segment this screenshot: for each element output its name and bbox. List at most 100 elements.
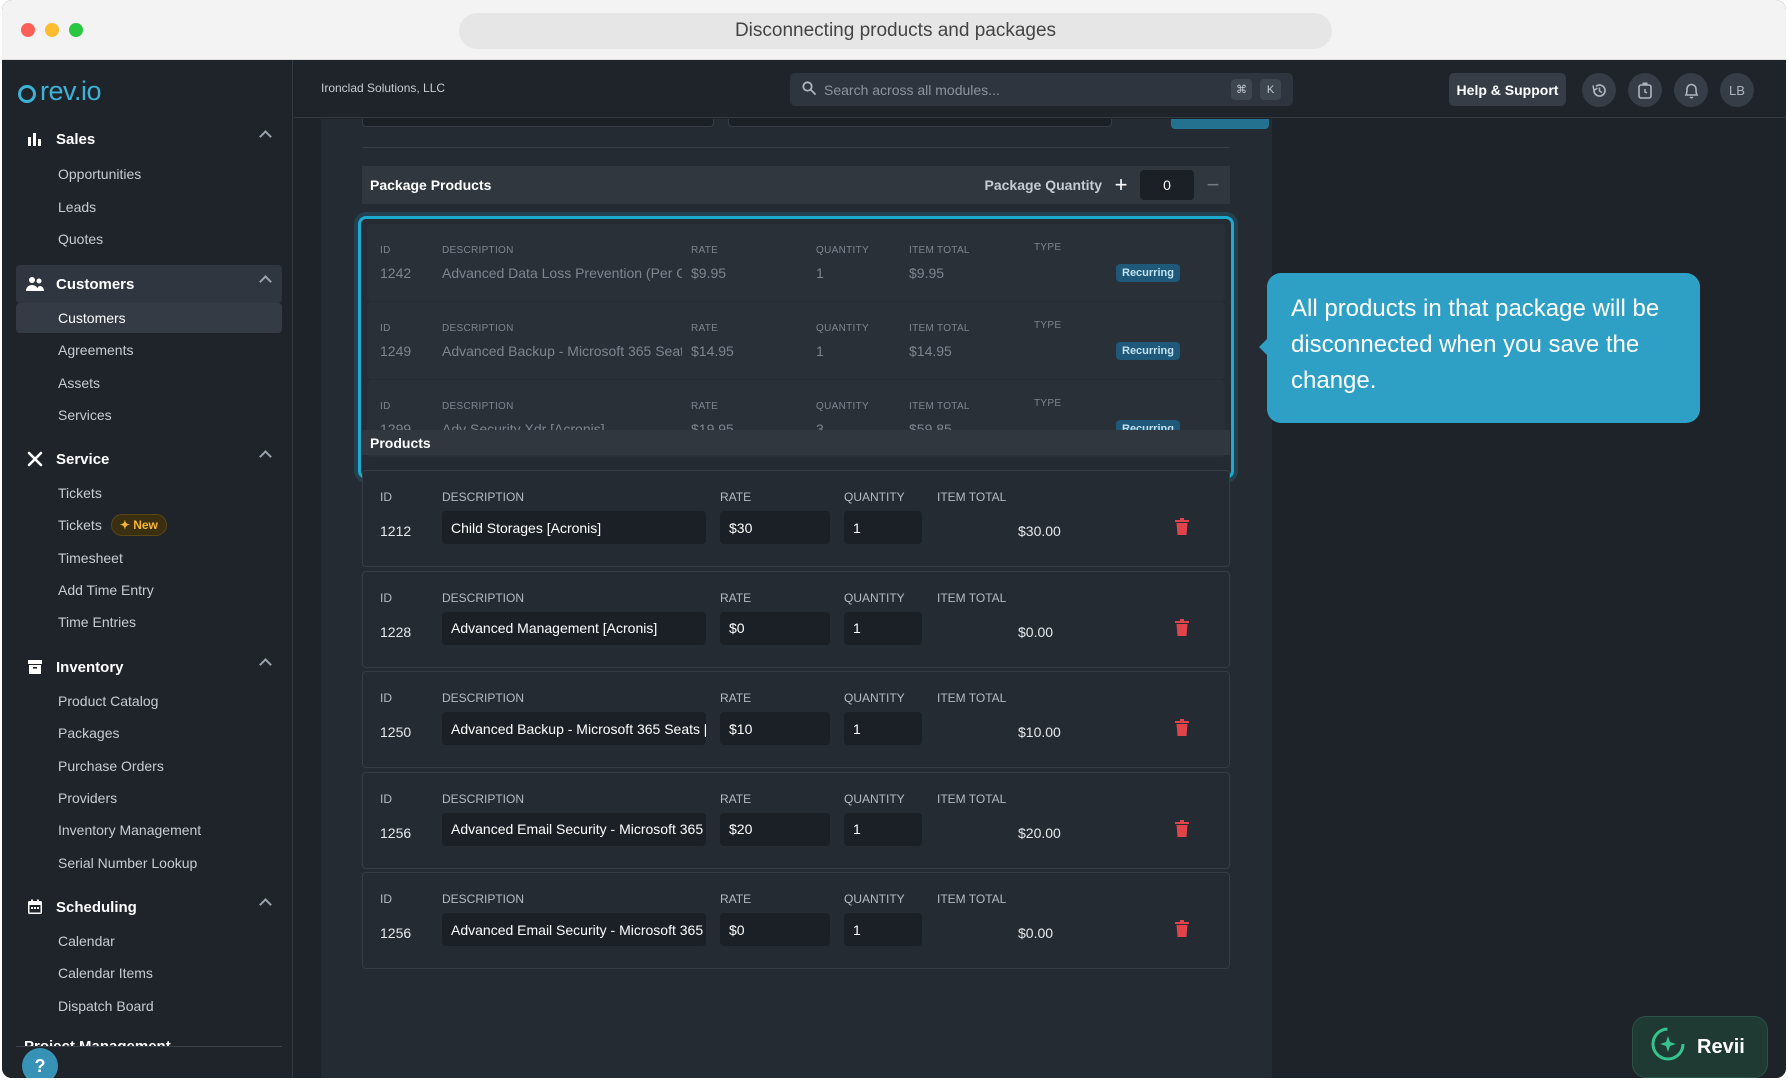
nav-section-service[interactable]: Service: [16, 440, 282, 478]
sidebar-item-assets[interactable]: Assets: [16, 368, 282, 398]
column-label: DESCRIPTION: [442, 590, 525, 605]
product-rate-input[interactable]: $30: [720, 511, 830, 544]
column-label: DESCRIPTION: [442, 245, 514, 256]
sidebar-item-calendar-items[interactable]: Calendar Items: [16, 958, 282, 988]
product-item-total: $10.00: [1018, 724, 1061, 740]
product-quantity-input[interactable]: 1: [844, 511, 922, 544]
column-label: RATE: [720, 691, 752, 705]
user-avatar[interactable]: LB: [1720, 73, 1754, 107]
column-label: ID: [380, 590, 392, 605]
trash-icon[interactable]: [1175, 518, 1189, 540]
sidebar-item-packages[interactable]: Packages: [16, 718, 282, 748]
sidebar-item-agreements[interactable]: Agreements: [16, 335, 282, 365]
recurring-badge: Recurring: [1116, 342, 1180, 360]
search-icon: [802, 81, 816, 98]
sidebar-item-providers[interactable]: Providers: [16, 783, 282, 813]
sidebar-item-tickets-new[interactable]: Tickets ✦ New: [16, 510, 282, 540]
sidebar-item-calendar[interactable]: Calendar: [16, 926, 282, 956]
chevron-up-icon: [259, 450, 272, 463]
sidebar-item-product-catalog[interactable]: Product Catalog: [16, 686, 282, 716]
partial-button[interactable]: [1171, 119, 1269, 129]
product-quantity-input[interactable]: 1: [844, 913, 922, 946]
section-title: Products: [370, 434, 431, 451]
column-label: ITEM TOTAL: [937, 892, 1007, 906]
column-label: DESCRIPTION: [442, 401, 514, 412]
trash-icon[interactable]: [1175, 920, 1189, 942]
sidebar-item-tickets[interactable]: Tickets: [16, 478, 282, 508]
package-quantity-input[interactable]: 0: [1140, 170, 1194, 200]
product-quantity-input[interactable]: 1: [844, 812, 922, 846]
column-label: DESCRIPTION: [442, 490, 525, 504]
timer-icon[interactable]: [1628, 73, 1662, 107]
recurring-badge: Recurring: [1116, 264, 1180, 282]
column-label: ID: [380, 791, 392, 806]
column-label: QUANTITY: [816, 401, 869, 412]
brand-logo[interactable]: rev.io: [18, 76, 102, 107]
sidebar-item-services[interactable]: Services: [16, 400, 282, 430]
new-badge: ✦ New: [110, 514, 167, 536]
nav-section-scheduling[interactable]: Scheduling: [16, 888, 282, 926]
global-search-input[interactable]: Search across all modules... ⌘ K: [790, 73, 1293, 106]
package-product-quantity: 1: [816, 343, 824, 359]
sidebar-item-purchase-orders[interactable]: Purchase Orders: [16, 751, 282, 781]
nav-section-customers[interactable]: Customers: [16, 265, 282, 303]
nav-section-inventory[interactable]: Inventory: [16, 648, 282, 686]
product-row: ID DESCRIPTION RATE QUANTITY ITEM TOTAL 1250 A…: [362, 671, 1230, 768]
package-product-rate: $14.95: [691, 343, 734, 359]
product-description-input[interactable]: Advanced Backup - Microsoft 365 Seats [A…: [442, 712, 706, 745]
minimize-window-button[interactable]: [45, 23, 59, 37]
archive-icon: [24, 656, 46, 678]
sidebar-item-time-entries[interactable]: Time Entries: [16, 607, 282, 637]
column-label: ITEM TOTAL: [909, 323, 970, 334]
partial-input[interactable]: [362, 119, 714, 127]
sidebar-item-add-time-entry[interactable]: Add Time Entry: [16, 575, 282, 605]
minus-icon[interactable]: −: [1204, 172, 1222, 198]
column-label: ID: [380, 323, 391, 334]
tutorial-tooltip: All products in that package will be dis…: [1259, 273, 1700, 423]
trash-icon[interactable]: [1175, 618, 1189, 641]
sidebar-item-serial-number-lookup[interactable]: Serial Number Lookup: [16, 848, 282, 878]
top-bar: Ironclad Solutions, LLC Search across al…: [294, 60, 1786, 118]
plus-icon[interactable]: +: [1112, 172, 1130, 198]
product-rate-input[interactable]: $10: [720, 712, 830, 745]
close-window-button[interactable]: [21, 23, 35, 37]
maximize-window-button[interactable]: [69, 23, 83, 37]
history-icon[interactable]: [1582, 73, 1616, 107]
sidebar-divider: [16, 1046, 282, 1047]
bell-icon[interactable]: [1674, 73, 1708, 107]
sidebar-item-opportunities[interactable]: Opportunities: [16, 159, 282, 189]
help-bubble-button[interactable]: ?: [22, 1048, 58, 1078]
company-name[interactable]: Ironclad Solutions, LLC: [321, 81, 445, 95]
new-badge-label: New: [133, 518, 158, 532]
column-label: RATE: [691, 401, 719, 412]
sidebar-item-dispatch-board[interactable]: Dispatch Board: [16, 991, 282, 1021]
partial-input[interactable]: [728, 119, 1112, 127]
trash-icon[interactable]: [1175, 719, 1189, 741]
title-bar: Disconnecting products and packages: [2, 0, 1786, 60]
trash-icon[interactable]: [1175, 819, 1189, 842]
column-label: ID: [380, 401, 391, 412]
package-product-quantity: 1: [816, 265, 824, 281]
product-rate-input[interactable]: $20: [720, 812, 830, 846]
product-quantity-input[interactable]: 1: [844, 712, 922, 745]
product-rate-input[interactable]: $0: [720, 913, 830, 946]
product-description-input[interactable]: Child Storages [Acronis]: [442, 511, 706, 544]
product-item-total: $30.00: [1018, 523, 1061, 539]
nav-section-partial[interactable]: Project Management: [24, 1038, 171, 1046]
product-description-input[interactable]: Advanced Email Security - Microsoft 365 …: [442, 913, 706, 946]
sidebar-item-quotes[interactable]: Quotes: [16, 224, 282, 254]
sidebar-item-timesheet[interactable]: Timesheet: [16, 543, 282, 573]
nav-section-sales[interactable]: Sales: [16, 120, 282, 158]
revii-assistant-button[interactable]: Revii: [1632, 1016, 1768, 1078]
sidebar-item-customers[interactable]: Customers: [16, 303, 282, 333]
column-label: QUANTITY: [844, 590, 905, 605]
product-quantity-input[interactable]: 1: [844, 611, 922, 645]
sidebar-item-leads[interactable]: Leads: [16, 192, 282, 222]
column-label: DESCRIPTION: [442, 691, 525, 705]
product-description-input[interactable]: Advanced Email Security - Microsoft 365 …: [442, 812, 706, 846]
sidebar-item-inventory-management[interactable]: Inventory Management: [16, 815, 282, 845]
help-support-button[interactable]: Help & Support: [1449, 73, 1566, 106]
product-description-input[interactable]: Advanced Management [Acronis]: [442, 611, 706, 645]
package-product-row: ID 1249 DESCRIPTION Advanced Backup - Micro…: [367, 302, 1225, 379]
product-rate-input[interactable]: $0: [720, 611, 830, 645]
